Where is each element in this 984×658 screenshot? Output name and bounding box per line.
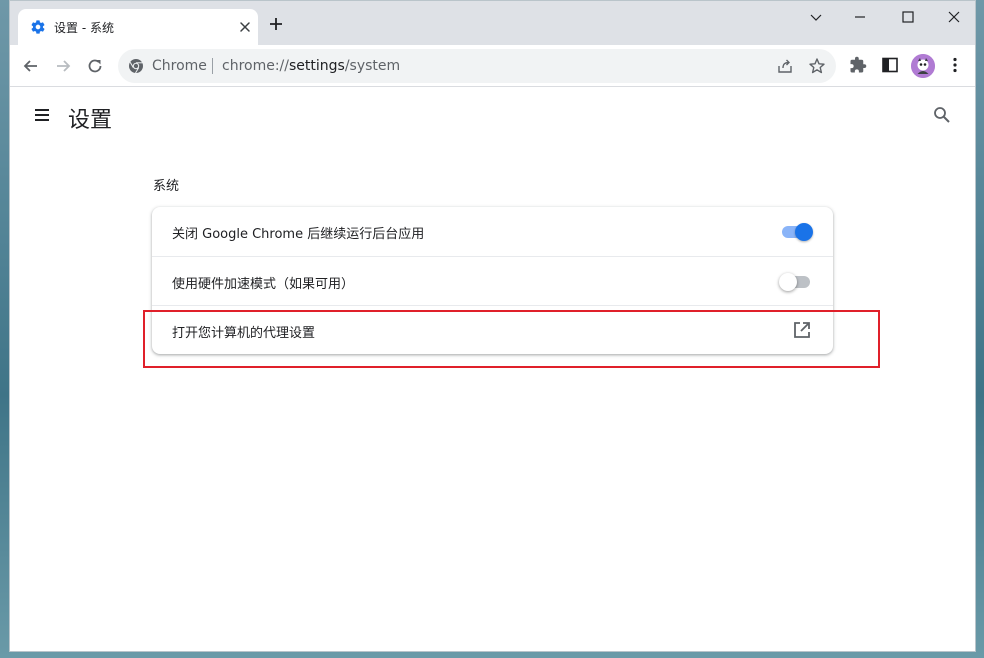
- chevron-down-icon[interactable]: [804, 7, 828, 27]
- gear-icon: [30, 19, 46, 35]
- site-chip-label: Chrome: [152, 58, 207, 74]
- url-host: settings: [289, 58, 345, 74]
- desktop-background-right: [976, 0, 984, 658]
- chrome-logo-icon: [128, 58, 144, 74]
- desktop-background-left: [0, 0, 9, 658]
- hamburger-menu-icon[interactable]: [32, 105, 52, 125]
- tab-settings-system[interactable]: 设置 - 系统: [18, 9, 258, 45]
- search-icon[interactable]: [932, 105, 952, 125]
- setting-label: 使用硬件加速模式（如果可用）: [172, 277, 355, 292]
- url-scheme: chrome://: [222, 58, 289, 74]
- reload-icon[interactable]: [83, 54, 107, 78]
- hardware-acceleration-toggle[interactable]: [779, 273, 813, 291]
- close-icon[interactable]: [236, 18, 254, 36]
- setting-row-background-apps[interactable]: 关闭 Google Chrome 后继续运行后台应用: [152, 207, 833, 256]
- address-bar[interactable]: Chrome chrome://settings/system: [118, 49, 836, 83]
- setting-label: 关闭 Google Chrome 后继续运行后台应用: [172, 227, 425, 242]
- kebab-menu-icon[interactable]: [943, 54, 967, 78]
- back-arrow-icon[interactable]: [19, 54, 43, 78]
- section-title: 系统: [153, 179, 180, 194]
- url-path: /system: [344, 58, 401, 74]
- side-panel-icon[interactable]: [878, 54, 902, 78]
- forward-arrow-icon[interactable]: [51, 54, 75, 78]
- maximize-icon[interactable]: [896, 7, 920, 27]
- tab-title: 设置 - 系统: [54, 21, 114, 35]
- page-title: 设置: [68, 107, 113, 132]
- avatar[interactable]: [911, 54, 935, 78]
- omnibox-divider: [212, 58, 213, 74]
- toggle-knob: [795, 223, 813, 241]
- share-icon[interactable]: [776, 57, 794, 75]
- highlight-annotation-box: [143, 310, 880, 368]
- star-icon[interactable]: [808, 57, 826, 75]
- settings-page: 设置 系统 关闭 Google Chrome 后继续运行后台应用 使用硬件加速模…: [10, 87, 975, 651]
- puzzle-icon[interactable]: [846, 54, 870, 78]
- tab-strip: 设置 - 系统: [10, 1, 975, 45]
- setting-row-hardware-acceleration[interactable]: 使用硬件加速模式（如果可用）: [152, 256, 833, 305]
- close-icon[interactable]: [942, 7, 966, 27]
- background-apps-toggle[interactable]: [781, 223, 813, 241]
- browser-toolbar: Chrome chrome://settings/system: [10, 45, 975, 87]
- url-text[interactable]: chrome://settings/system: [222, 58, 400, 74]
- toggle-knob: [779, 273, 797, 291]
- minimize-icon[interactable]: [848, 7, 872, 27]
- plus-icon[interactable]: [268, 16, 284, 32]
